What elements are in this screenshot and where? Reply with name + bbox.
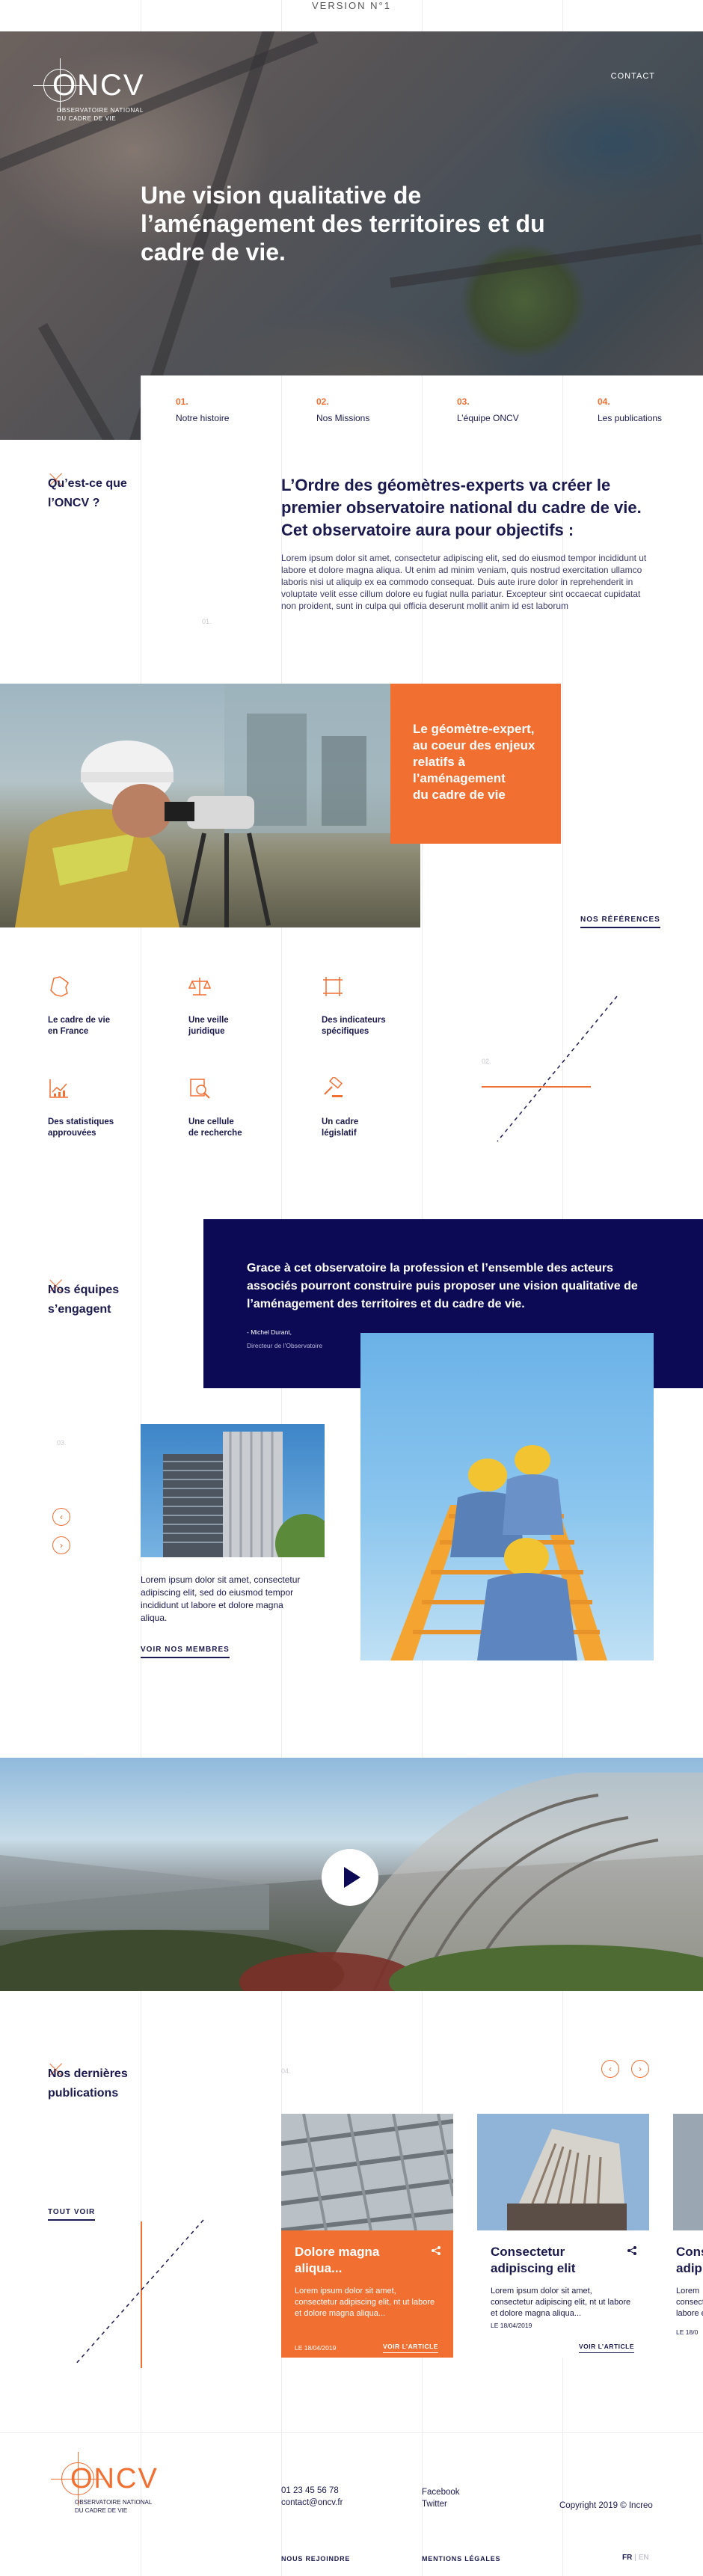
publication-text: Lorem ipsum dolor sit amet, consectetur …: [491, 2287, 631, 2318]
footer-divider: [0, 2432, 703, 2433]
nav-label: Les publications: [598, 413, 663, 423]
footer-facebook-link[interactable]: Facebook: [422, 2486, 460, 2498]
publication-title: Dolore magna aliqua...: [295, 2245, 380, 2275]
team-body: Lorem ipsum dolor sit amet, consectetur …: [141, 1574, 301, 1623]
publication-title: Cons adip: [676, 2245, 703, 2275]
feature-item: Le cadre de vie en France: [48, 975, 160, 1037]
nav-label: Nos Missions: [316, 413, 370, 423]
hero-title: Une vision qualitative de l’aménagement …: [141, 182, 545, 266]
section-number: 04.: [281, 2067, 291, 2075]
feature-item: Des indicateurs spécifiques: [322, 975, 434, 1037]
nav-item-team[interactable]: 03. L’équipe ONCV: [422, 375, 562, 479]
carousel-prev-button[interactable]: ‹: [52, 1508, 70, 1526]
section-label-team: Nos équipes s’engagent: [48, 1284, 120, 1316]
play-icon: [344, 1867, 360, 1888]
publication-date: LE 18/04/2019: [491, 2322, 532, 2329]
section-number: 01.: [202, 618, 212, 625]
decor-dashed-line: [74, 2219, 204, 2366]
feature-item: Une veille juridique: [188, 975, 301, 1037]
nav-item-publications[interactable]: 04. Les publications: [562, 375, 703, 479]
research-icon: [190, 1079, 210, 1099]
chart-icon: [49, 1079, 68, 1098]
share-icon[interactable]: [627, 2245, 637, 2256]
feature-item: Des statistiques approuvées: [48, 1077, 160, 1139]
lang-en[interactable]: EN: [639, 2554, 649, 2562]
section-number: 03.: [57, 1439, 67, 1447]
play-button[interactable]: [322, 1849, 378, 1906]
footer-logo[interactable]: ONCV OBSERVATOIRE NATIONAL DU CADRE DE V…: [48, 2452, 175, 2522]
decor-dashed-line: [497, 996, 618, 1142]
feature-label: Une veille juridique: [188, 1016, 229, 1036]
feature-label: Un cadre législatif: [322, 1117, 359, 1138]
section-label-about: Qu’est-ce que l’ONCV ?: [48, 477, 127, 509]
read-article-link[interactable]: VOIR L’ARTICLE: [578, 2343, 634, 2353]
publication-card-partial[interactable]: Cons adip Lorem consecte labore e LE 18/…: [673, 2114, 703, 2361]
nav-number: 02.: [316, 396, 329, 407]
publications-prev-button[interactable]: ‹: [601, 2060, 619, 2078]
join-link[interactable]: NOUS REJOINDRE: [281, 2555, 350, 2563]
publication-body: Consectetur adipiscing elit Lorem ipsum …: [477, 2230, 649, 2358]
scales-icon: [188, 978, 212, 996]
publication-image: [281, 2114, 453, 2230]
workers-photo: [360, 1333, 654, 1660]
about-heading: L’Ordre des géomètres-experts va créer l…: [281, 476, 642, 539]
nav-number: 01.: [176, 396, 188, 407]
nav-number: 03.: [457, 396, 470, 407]
nav-item-history[interactable]: 01. Notre histoire: [141, 375, 281, 479]
publication-date: LE 18/04/2019: [295, 2344, 337, 2352]
nav-number: 04.: [598, 396, 610, 407]
publication-text: Lorem ipsum dolor sit amet, consectetur …: [295, 2287, 435, 2318]
gavel-icon: [324, 1076, 343, 1097]
read-article-link[interactable]: VOIR L’ARTICLE: [382, 2343, 438, 2353]
quote-text: Grace à cet observatoire la profession e…: [247, 1262, 638, 1310]
section-number: 02.: [482, 1058, 491, 1065]
publication-title: Consectetur adipiscing elit: [491, 2245, 576, 2275]
logo-subtitle: OBSERVATOIRE NATIONAL DU CADRE DE VIE: [57, 107, 144, 122]
publication-body: Cons adip Lorem consecte labore e LE 18/…: [673, 2230, 703, 2358]
logo-text: ONCV: [52, 69, 145, 102]
feature-label: Le cadre de vie en France: [48, 1016, 111, 1036]
references-link[interactable]: NOS RÉFÉRENCES: [580, 916, 660, 928]
legal-link[interactable]: MENTIONS LÉGALES: [422, 2555, 500, 2563]
feature-label: Des statistiques approuvées: [48, 1117, 114, 1138]
footer-email[interactable]: contact@oncv.fr: [281, 2497, 343, 2509]
footer-copyright: Copyright 2019 © Increo: [559, 2501, 653, 2510]
carousel-next-button[interactable]: ›: [52, 1536, 70, 1554]
lang-separator: |: [634, 2554, 636, 2562]
lang-fr[interactable]: FR: [622, 2554, 632, 2562]
contact-link[interactable]: CONTACT: [611, 72, 655, 81]
logo[interactable]: ONCV OBSERVATOIRE NATIONAL DU CADRE DE V…: [30, 58, 157, 129]
footer-phone[interactable]: 01 23 45 56 78: [281, 2485, 339, 2497]
share-icon[interactable]: [431, 2245, 441, 2256]
publication-text: Lorem consecte labore e: [676, 2287, 703, 2318]
surveyor-callout: Le géomètre-expert, au coeur des enjeux …: [390, 684, 561, 844]
about-body: Lorem ipsum dolor sit amet, consectetur …: [281, 553, 647, 611]
feature-item: Un cadre législatif: [322, 1076, 434, 1139]
publication-body: Dolore magna aliqua... Lorem ipsum dolor…: [281, 2230, 453, 2358]
building-photo: [141, 1424, 325, 1557]
nav-label: Notre histoire: [176, 413, 230, 423]
nav-label: L’équipe ONCV: [457, 413, 519, 423]
france-map-icon: [50, 976, 69, 997]
surveyor-callout-text: Le géomètre-expert, au coeur des enjeux …: [413, 722, 535, 802]
section-label-publications: Nos dernières publications: [48, 2067, 128, 2100]
publications-next-button[interactable]: ›: [631, 2060, 649, 2078]
footer-logo-text: ONCV: [70, 2463, 159, 2494]
nav-item-missions[interactable]: 02. Nos Missions: [281, 375, 422, 479]
surveyor-photo: [0, 684, 420, 927]
publication-date: LE 18/0: [676, 2328, 699, 2336]
publication-image: [673, 2114, 703, 2230]
version-label: VERSION N°1: [312, 0, 391, 11]
feature-label: Une cellule de recherche: [188, 1117, 242, 1138]
footer-twitter-link[interactable]: Twitter: [422, 2498, 447, 2510]
language-switcher: FR | EN: [622, 2554, 649, 2562]
publication-card[interactable]: Consectetur adipiscing elit Lorem ipsum …: [477, 2114, 649, 2358]
members-link[interactable]: VOIR NOS MEMBRES: [141, 1646, 230, 1658]
publication-card[interactable]: Dolore magna aliqua... Lorem ipsum dolor…: [281, 2114, 453, 2358]
feature-item: Une cellule de recherche: [188, 1077, 301, 1139]
frame-icon: [323, 977, 343, 996]
feature-label: Des indicateurs spécifiques: [322, 1016, 386, 1036]
publication-image: [477, 2114, 649, 2230]
footer-logo-subtitle: OBSERVATOIRE NATIONAL DU CADRE DE VIE: [75, 2499, 153, 2514]
